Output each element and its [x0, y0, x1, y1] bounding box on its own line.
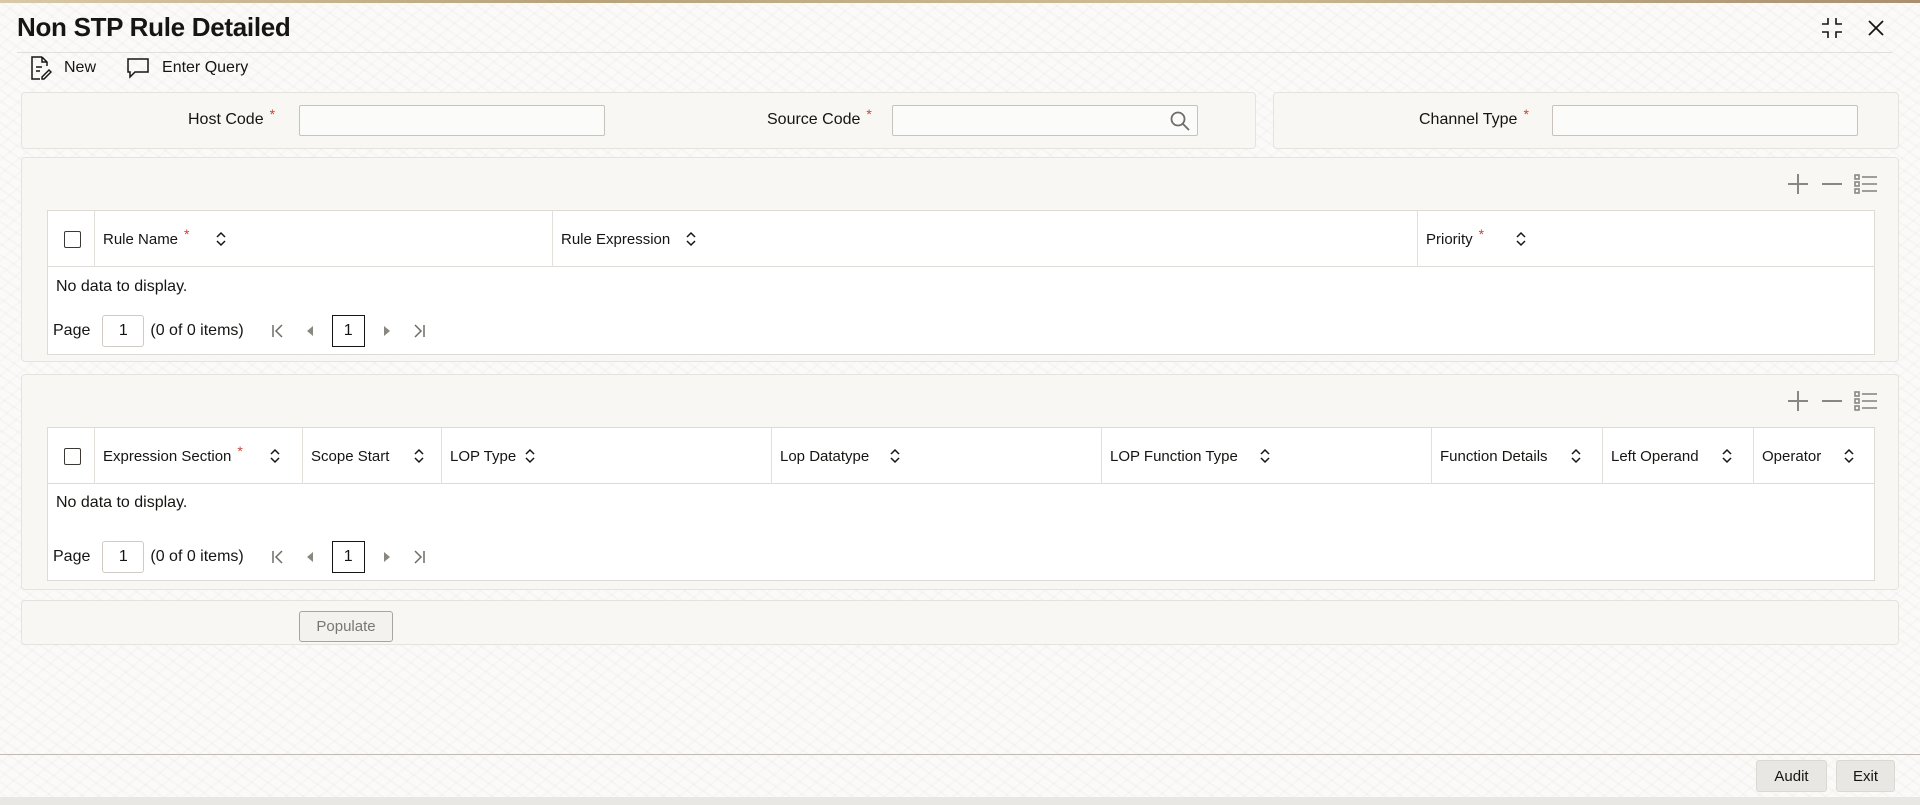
page-number-input[interactable]: 1: [102, 541, 145, 573]
required-marker: *: [1523, 106, 1529, 122]
document-edit-icon: [31, 56, 52, 80]
page-title: Non STP Rule Detailed: [17, 12, 291, 42]
column-expression-section[interactable]: Expression Section *: [95, 428, 303, 484]
item-count: (0 of 0 items): [150, 548, 244, 565]
rules-table: Rule Name * Rule Expression Priority * No …: [47, 210, 1875, 355]
next-page-icon[interactable]: [379, 323, 395, 339]
sort-icon[interactable]: [1259, 447, 1271, 465]
footer-divider: [0, 754, 1920, 755]
sort-icon[interactable]: [413, 447, 425, 465]
item-count: (0 of 0 items): [150, 322, 244, 339]
host-code-label: Host Code *: [188, 106, 276, 128]
window-controls: [1818, 14, 1890, 42]
sort-icon[interactable]: [1843, 447, 1855, 465]
add-row-icon[interactable]: [1786, 172, 1810, 196]
sort-icon[interactable]: [269, 447, 281, 465]
search-icon[interactable]: [1169, 110, 1191, 132]
enter-query-label: Enter Query: [162, 59, 249, 76]
expression-grid-actions: [1786, 389, 1878, 413]
select-all-checkbox[interactable]: [64, 231, 81, 248]
minimize-icon[interactable]: [1818, 14, 1846, 42]
new-button[interactable]: New: [28, 55, 96, 81]
no-data-message: No data to display.: [56, 278, 188, 295]
column-lop-type[interactable]: LOP Type: [442, 428, 772, 484]
expression-grid-panel: Expression Section * Scope Start LOP Type…: [21, 374, 1899, 590]
required-marker: *: [866, 106, 872, 122]
sort-icon[interactable]: [1570, 447, 1582, 465]
page-label: Page: [53, 548, 91, 565]
column-rule-expression[interactable]: Rule Expression: [553, 211, 1418, 267]
column-scope-start[interactable]: Scope Start: [303, 428, 442, 484]
select-all-checkbox[interactable]: [64, 448, 81, 465]
channel-type-panel: Channel Type *: [1273, 92, 1899, 149]
current-page-button[interactable]: 1: [331, 541, 365, 573]
page-number-input[interactable]: 1: [102, 315, 145, 347]
populate-button[interactable]: Populate: [299, 611, 393, 642]
sort-icon[interactable]: [685, 230, 697, 248]
close-icon[interactable]: [1862, 14, 1890, 42]
first-page-icon[interactable]: [270, 549, 286, 565]
expression-table-header: Expression Section * Scope Start LOP Type…: [48, 428, 1874, 484]
select-all-column: [48, 428, 95, 484]
rules-grid-panel: Rule Name * Rule Expression Priority * No …: [21, 157, 1899, 362]
sort-icon[interactable]: [1721, 447, 1733, 465]
select-all-column: [48, 211, 95, 267]
previous-page-icon[interactable]: [302, 323, 318, 339]
sort-icon[interactable]: [215, 230, 227, 248]
rules-grid-actions: [1786, 172, 1878, 196]
last-page-icon[interactable]: [411, 549, 427, 565]
column-function-details[interactable]: Function Details: [1432, 428, 1603, 484]
column-left-operand[interactable]: Left Operand: [1603, 428, 1754, 484]
channel-type-input[interactable]: [1552, 105, 1858, 136]
channel-type-label: Channel Type *: [1419, 106, 1529, 128]
column-lop-datatype[interactable]: Lop Datatype: [772, 428, 1102, 484]
host-code-input[interactable]: [299, 105, 605, 136]
title-divider: [17, 52, 1892, 53]
page-label: Page: [53, 322, 91, 339]
column-lop-function-type[interactable]: LOP Function Type: [1102, 428, 1432, 484]
next-page-icon[interactable]: [379, 549, 395, 565]
source-code-input[interactable]: [892, 105, 1198, 136]
exit-button[interactable]: Exit: [1836, 760, 1895, 792]
rules-table-header: Rule Name * Rule Expression Priority *: [48, 211, 1874, 267]
expression-pagination: Page 1 (0 of 0 items) 1: [53, 541, 435, 573]
current-page-button[interactable]: 1: [331, 315, 365, 347]
first-page-icon[interactable]: [270, 323, 286, 339]
column-operator[interactable]: Operator: [1754, 428, 1876, 484]
no-data-message: No data to display.: [56, 494, 188, 511]
audit-button[interactable]: Audit: [1756, 760, 1827, 792]
bottom-strip: [0, 797, 1920, 805]
required-marker: *: [269, 106, 276, 122]
list-settings-icon[interactable]: [1854, 172, 1878, 196]
sort-icon[interactable]: [889, 447, 901, 465]
sort-icon[interactable]: [1515, 230, 1527, 248]
remove-row-icon[interactable]: [1820, 389, 1844, 413]
add-row-icon[interactable]: [1786, 389, 1810, 413]
enter-query-button[interactable]: Enter Query: [126, 57, 248, 79]
chat-bubble-icon: [127, 58, 149, 79]
header-fields-panel: Host Code * Source Code *: [21, 92, 1256, 149]
column-rule-name[interactable]: Rule Name *: [95, 211, 553, 267]
list-settings-icon[interactable]: [1854, 389, 1878, 413]
new-label: New: [64, 59, 97, 76]
last-page-icon[interactable]: [411, 323, 427, 339]
toolbar: New Enter Query: [28, 54, 248, 82]
source-code-label: Source Code *: [767, 106, 872, 128]
previous-page-icon[interactable]: [302, 549, 318, 565]
remove-row-icon[interactable]: [1820, 172, 1844, 196]
rules-pagination: Page 1 (0 of 0 items) 1: [53, 315, 435, 347]
expression-table: Expression Section * Scope Start LOP Type…: [47, 427, 1875, 581]
sort-icon[interactable]: [524, 447, 536, 465]
column-priority[interactable]: Priority *: [1418, 211, 1876, 267]
top-decoration-strip: [0, 0, 1920, 3]
